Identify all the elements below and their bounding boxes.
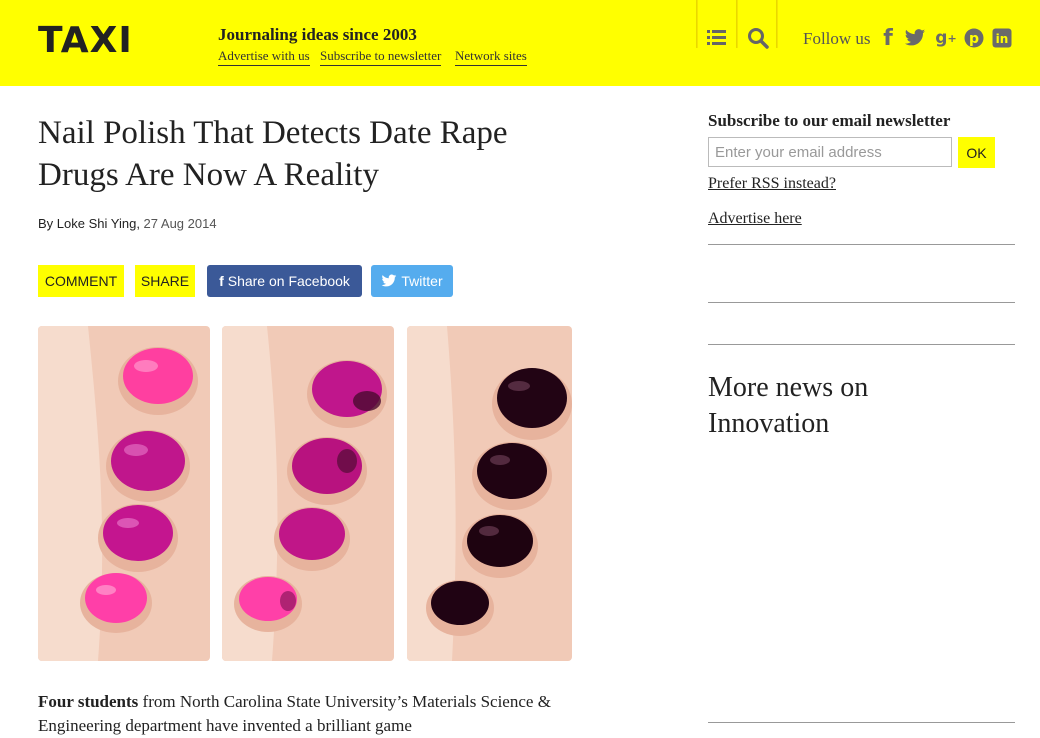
intro-bold: Four students — [38, 692, 139, 711]
rss-link[interactable]: Prefer RSS instead? — [708, 175, 836, 193]
more-news-heading: More news on Innovation — [708, 370, 868, 442]
newsletter-title: Subscribe to our email newsletter — [708, 111, 951, 130]
network-sites-link[interactable]: Network sites — [455, 48, 527, 66]
article-date: 27 Aug 2014 — [143, 216, 217, 231]
article-byline: By Loke Shi Ying, 27 Aug 2014 — [38, 216, 217, 231]
sidebar-divider — [708, 344, 1015, 345]
email-input[interactable] — [708, 137, 952, 167]
linkedin-icon[interactable]: in — [991, 26, 1013, 50]
google-plus-icon[interactable]: g + — [934, 26, 958, 50]
subscribe-newsletter-link[interactable]: Subscribe to newsletter — [320, 48, 442, 66]
sidebar-divider — [708, 722, 1015, 723]
facebook-icon: f — [219, 273, 224, 289]
nail-photo-changing — [222, 326, 394, 661]
author-prefix: By — [38, 216, 54, 231]
follow-us-label: Follow us — [803, 29, 871, 48]
site-logo[interactable]: TAXI — [38, 20, 133, 61]
share-facebook-button[interactable]: f Share on Facebook — [207, 265, 362, 297]
svg-text:p: p — [969, 31, 979, 47]
pinterest-icon[interactable]: p — [963, 26, 985, 50]
article-title: Nail Polish That Detects Date Rape Drugs… — [38, 115, 508, 193]
site-header: TAXI Journaling ideas since 2003 Adverti… — [0, 0, 1040, 86]
share-button[interactable]: SHARE — [135, 265, 195, 297]
article-intro: Four students from North Carolina State … — [38, 690, 558, 738]
subscribe-ok-button[interactable]: OK — [958, 137, 995, 168]
nail-photo-dark — [407, 326, 572, 661]
site-tagline: Journaling ideas since 2003 — [218, 25, 417, 44]
advertise-link[interactable]: Advertise with us — [218, 48, 310, 66]
list-icon[interactable] — [705, 26, 729, 50]
twitter-icon — [382, 274, 397, 287]
more-news-line1: More news on — [708, 372, 869, 403]
comment-button[interactable]: COMMENT — [38, 265, 124, 297]
twitter-icon[interactable] — [903, 26, 927, 50]
header-divider — [696, 0, 698, 48]
search-icon[interactable] — [746, 26, 770, 50]
twitter-label: Twitter — [401, 273, 443, 289]
svg-text:in: in — [996, 32, 1009, 46]
author-link[interactable]: Loke Shi Ying — [57, 216, 137, 231]
share-facebook-label: Share on Facebook — [227, 273, 350, 289]
sidebar-divider — [708, 244, 1015, 245]
header-divider — [736, 0, 738, 48]
more-news-topic[interactable]: Innovation — [708, 406, 868, 442]
twitter-share-button[interactable]: Twitter — [371, 265, 453, 297]
nail-photo-pink — [38, 326, 210, 661]
facebook-icon[interactable]: f — [880, 26, 896, 51]
sidebar-divider — [708, 302, 1015, 303]
advertise-here-link[interactable]: Advertise here — [708, 210, 802, 228]
header-divider — [776, 0, 778, 48]
